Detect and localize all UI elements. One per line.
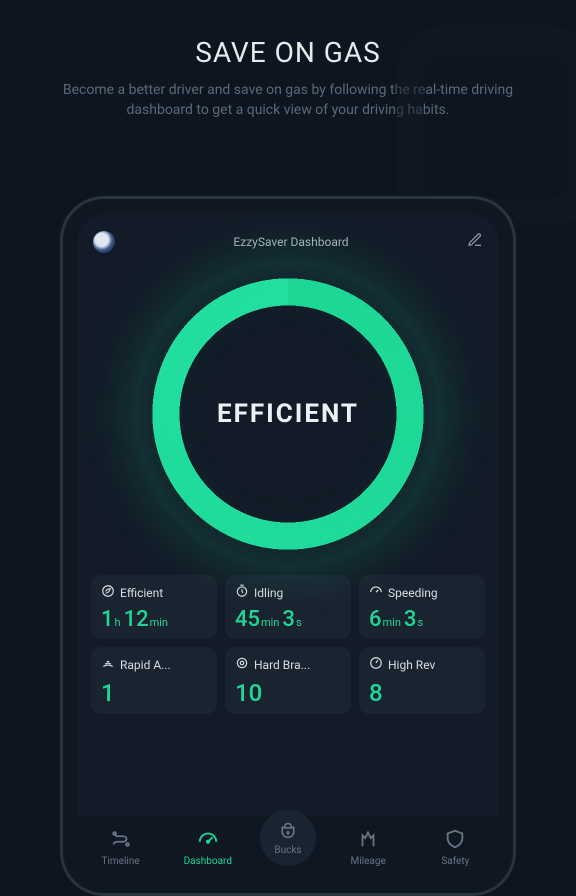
signal-icon: [101, 656, 115, 673]
metric-card-rapid-a-[interactable]: Rapid A... 1: [91, 647, 217, 714]
leaf-icon: [101, 584, 115, 601]
timer-icon: [235, 584, 249, 601]
efficiency-ring: EFFICIENT: [151, 277, 425, 551]
nav-label: Dashboard: [184, 856, 232, 867]
metric-card-efficient[interactable]: Efficient 1h12min: [91, 575, 217, 639]
metric-head: Idling: [235, 584, 341, 601]
nav-label: Bucks: [274, 845, 301, 856]
nav-safety[interactable]: Safety: [420, 828, 490, 867]
metric-value: 1: [101, 679, 207, 707]
route-icon: [110, 828, 132, 853]
nav-label: Safety: [441, 856, 469, 867]
gauge-icon: [197, 828, 219, 853]
metric-card-hard-bra-[interactable]: Hard Bra... 10: [225, 647, 351, 714]
app-screen: EzzySaver Dashboard EFFICIENT Efficient 1…: [77, 213, 499, 879]
efficiency-label: EFFICIENT: [217, 399, 359, 429]
bucks-icon: [277, 819, 299, 844]
edit-icon[interactable]: [467, 232, 483, 252]
nav-dashboard[interactable]: Dashboard: [173, 828, 243, 867]
nav-mileage[interactable]: Mileage: [333, 828, 403, 867]
nav-label: Timeline: [102, 856, 140, 867]
nav-timeline[interactable]: Timeline: [86, 828, 156, 867]
nav-bucks[interactable]: Bucks: [260, 810, 316, 866]
device-frame: EzzySaver Dashboard EFFICIENT Efficient 1…: [60, 196, 516, 896]
metric-card-high-rev[interactable]: High Rev 8: [359, 647, 485, 714]
gauge-icon: [369, 584, 383, 601]
metric-value: 45min3s: [235, 607, 341, 632]
bottom-nav: Timeline Dashboard Bucks Mileage Safety: [77, 815, 499, 879]
metric-label: Hard Bra...: [254, 658, 310, 672]
metric-head: Hard Bra...: [235, 656, 341, 673]
metric-label: Idling: [254, 586, 283, 600]
metric-label: Efficient: [120, 586, 163, 600]
metric-value: 6min3s: [369, 607, 475, 632]
metric-head: Speeding: [369, 584, 475, 601]
metric-label: Rapid A...: [120, 658, 171, 672]
metric-value: 8: [369, 679, 475, 707]
metric-card-idling[interactable]: Idling 45min3s: [225, 575, 351, 639]
app-header: EzzySaver Dashboard: [91, 229, 485, 263]
target-icon: [235, 656, 249, 673]
metric-head: Rapid A...: [101, 656, 207, 673]
metric-label: High Rev: [388, 658, 435, 672]
metric-head: High Rev: [369, 656, 475, 673]
metric-label: Speeding: [388, 586, 438, 600]
efficiency-ring-wrap: EFFICIENT: [91, 277, 485, 551]
avatar[interactable]: [93, 231, 115, 253]
metrics-grid: Efficient 1h12min Idling 45min3s Speeding 6mi…: [91, 575, 485, 714]
metric-card-speeding[interactable]: Speeding 6min3s: [359, 575, 485, 639]
nav-label: Mileage: [351, 856, 386, 867]
tach-icon: [369, 656, 383, 673]
app-title: EzzySaver Dashboard: [233, 235, 348, 249]
shield-icon: [444, 828, 466, 853]
metric-value: 1h12min: [101, 607, 207, 632]
metric-value: 10: [235, 679, 341, 707]
mileage-icon: [357, 828, 379, 853]
metric-head: Efficient: [101, 584, 207, 601]
